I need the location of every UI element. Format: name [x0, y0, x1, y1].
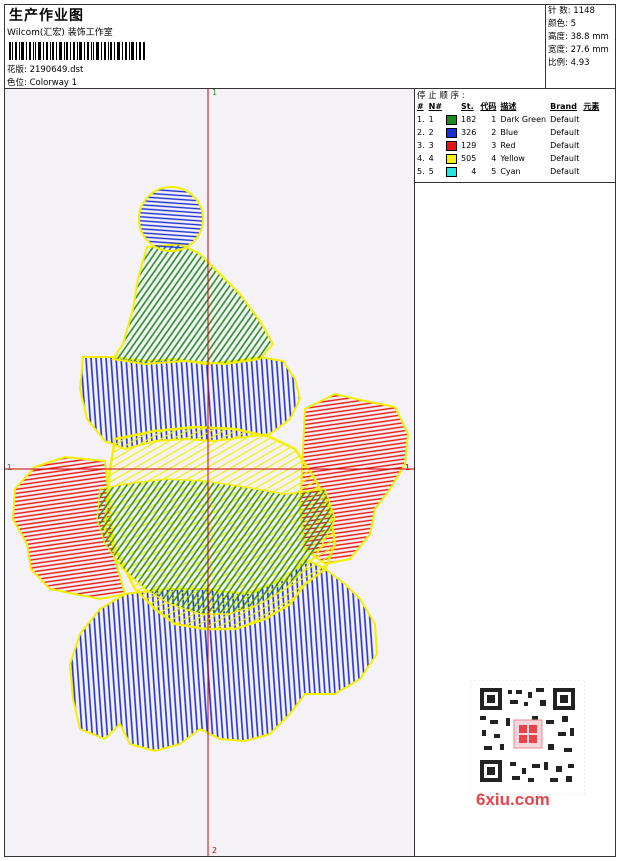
qr-code — [470, 680, 585, 795]
axis-top-label: 1 — [212, 88, 218, 97]
stats-box: 针 数: 1148 颜色: 5 高度: 38.8 mm 宽度: 27.6 mm … — [546, 5, 615, 89]
panel-divider — [415, 182, 615, 183]
stat-colors: 颜色: 5 — [548, 19, 576, 29]
colorway-name: Colorway 1 — [29, 78, 78, 88]
barcode — [9, 42, 145, 60]
colorway-label: 色位: — [7, 78, 27, 88]
color-swatch — [446, 127, 458, 138]
colorway-row: 色位: Colorway 1 — [7, 76, 77, 88]
studio-name: Wilcom(汇宏) 装饰工作室 — [7, 28, 113, 38]
color-swatch — [446, 153, 458, 164]
color-swatch — [446, 140, 458, 151]
table-row: 4. 4 505 4 Yellow Default — [417, 153, 580, 164]
embroidery-preview — [5, 89, 414, 856]
stat-scale: 比例: 4.93 — [548, 58, 590, 68]
stat-width: 宽度: 27.6 mm — [548, 45, 609, 55]
stat-stitches: 针 数: 1148 — [548, 6, 595, 16]
sheet-title: 生产作业图 — [9, 8, 84, 24]
watermark-site: 6xiu.com — [476, 790, 550, 809]
header: 生产作业图 Wilcom(汇宏) 装饰工作室 花版: 2190649.dst 色… — [5, 5, 546, 89]
design-file-row: 花版: 2190649.dst — [7, 63, 83, 75]
table-row: 5. 5 4 5 Cyan Default — [417, 166, 580, 177]
color-swatch — [446, 166, 458, 177]
table-row: 1. 1 182 1 Dark Green Default — [417, 114, 580, 125]
axis-left-label: 1 — [7, 463, 13, 472]
stat-height: 高度: 38.8 mm — [548, 32, 609, 42]
hat-pompom — [138, 186, 204, 252]
color-table: # N# St. 代码 描述 Brand 元素 1. 1 182 1 Dark G… — [415, 100, 601, 178]
table-row: 3. 3 129 3 Red Default — [417, 140, 580, 151]
green-hat — [111, 242, 275, 366]
color-swatch — [446, 114, 458, 125]
table-row: 2. 2 326 2 Blue Default — [417, 127, 580, 138]
axis-right-label: 1 — [405, 463, 411, 472]
color-table-header: # N# St. 代码 描述 Brand 元素 — [417, 102, 600, 111]
design-file-label: 花版: — [7, 65, 27, 75]
axis-bottom-label: 2 — [212, 846, 218, 855]
design-canvas: 1 1 1 2 — [5, 88, 415, 856]
design-file-name: 2190649.dst — [29, 65, 84, 75]
